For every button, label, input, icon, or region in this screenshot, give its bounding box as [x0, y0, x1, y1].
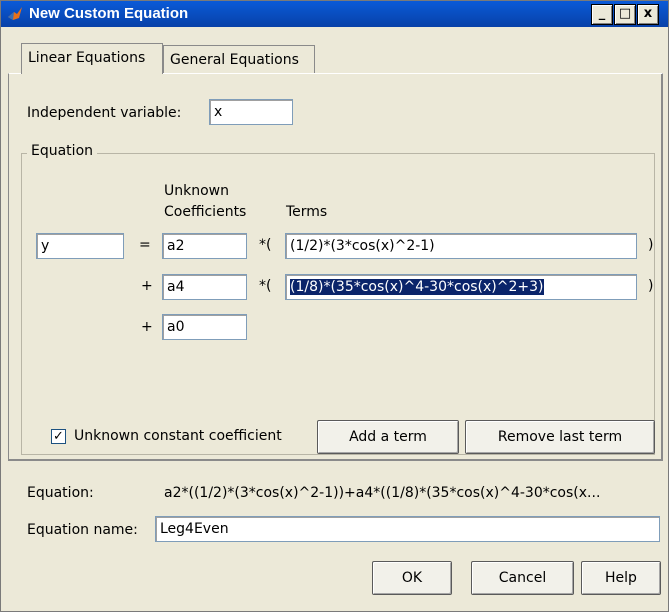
multiply-open-2: *(: [259, 278, 272, 294]
maximize-button[interactable]: □: [614, 4, 636, 25]
coefficient-field-1[interactable]: a2: [162, 233, 247, 259]
coefficient-field-2[interactable]: a4: [162, 274, 247, 300]
equation-name-field[interactable]: Leg4Even: [155, 516, 660, 542]
tab-linear-equations[interactable]: Linear Equations: [21, 43, 163, 74]
equation-groupbox: [21, 153, 655, 455]
unknown-constant-checkbox[interactable]: ✓: [51, 429, 66, 444]
equation-label: Equation:: [27, 485, 94, 501]
constant-coefficient-field[interactable]: a0: [162, 314, 247, 340]
cancel-button[interactable]: Cancel: [471, 561, 574, 595]
plus-sign-1: +: [141, 278, 153, 294]
dialog-window: New Custom Equation _ □ x Linear Equatio…: [0, 0, 669, 612]
window-title: New Custom Equation: [29, 5, 189, 22]
equation-preview: a2*((1/2)*(3*cos(x)^2-1))+a4*((1/8)*(35*…: [164, 485, 601, 501]
remove-last-term-button[interactable]: Remove last term: [465, 420, 655, 454]
equals-sign: =: [139, 237, 151, 253]
equation-name-label: Equation name:: [27, 522, 138, 538]
term-field-1[interactable]: (1/2)*(3*cos(x)^2-1): [285, 233, 637, 259]
unknown-constant-label: Unknown constant coefficient: [74, 428, 282, 444]
tab-general-equations[interactable]: General Equations: [163, 45, 315, 73]
help-button[interactable]: Help: [581, 561, 661, 595]
close-paren-2: ): [648, 278, 654, 294]
independent-variable-label: Independent variable:: [27, 105, 182, 121]
close-paren-1: ): [648, 237, 654, 253]
title-bar[interactable]: New Custom Equation _ □ x: [1, 1, 668, 27]
selected-term-text: (1/8)*(35*cos(x)^4-30*cos(x)^2+3): [290, 279, 544, 295]
independent-variable-field[interactable]: x: [209, 99, 293, 125]
coefficients-header-line2: Coefficients: [164, 204, 247, 220]
term-field-2[interactable]: (1/8)*(35*cos(x)^4-30*cos(x)^2+3): [285, 274, 637, 300]
terms-header: Terms: [286, 204, 328, 220]
minimize-button[interactable]: _: [591, 4, 613, 25]
plus-sign-2: +: [141, 319, 153, 335]
close-button[interactable]: x: [637, 4, 659, 25]
ok-button[interactable]: OK: [372, 561, 452, 595]
lhs-variable-field[interactable]: y: [36, 233, 124, 259]
multiply-open-1: *(: [259, 237, 272, 253]
add-term-button[interactable]: Add a term: [317, 420, 459, 454]
matlab-logo-icon: [8, 7, 22, 20]
coefficients-header-line1: Unknown: [164, 183, 229, 199]
equation-group-title: Equation: [27, 143, 98, 159]
